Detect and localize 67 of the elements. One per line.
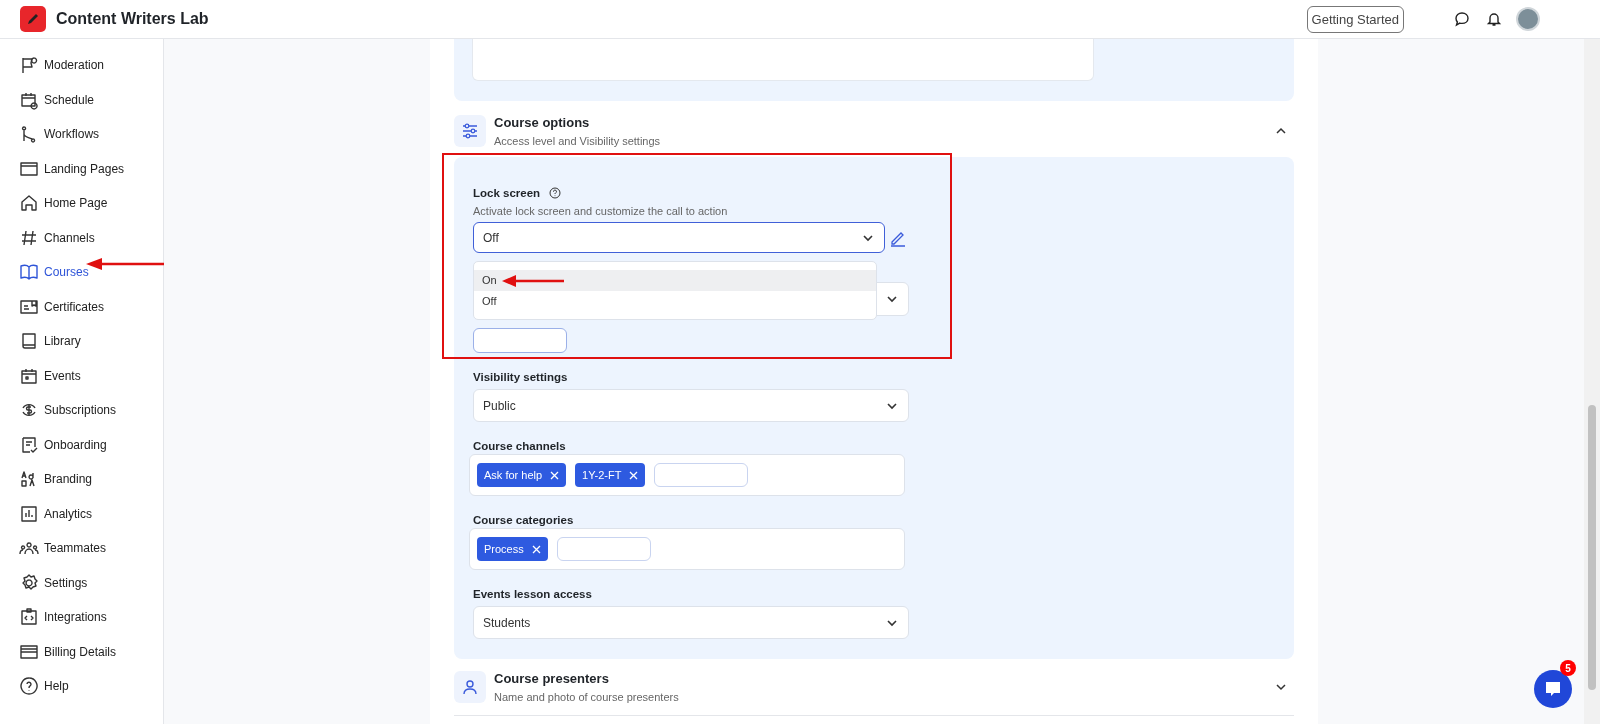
sidebar-item[interactable]: Integrations: [0, 600, 111, 635]
getting-started-button[interactable]: Getting Started: [1306, 5, 1404, 33]
section-subtitle: Name and photo of course presenters: [494, 691, 680, 703]
section-title: Course options: [494, 115, 591, 130]
field-label: Events lesson access: [473, 588, 593, 600]
help-icon[interactable]: [549, 187, 562, 199]
field-label: Lock screen: [473, 187, 541, 199]
tag-chip[interactable]: Process: [477, 537, 548, 561]
lock-screen-select[interactable]: Off: [473, 222, 885, 253]
field-label: Course channels: [473, 440, 567, 452]
field-label: Visibility settings: [473, 371, 569, 383]
dropdown-option[interactable]: Off: [474, 291, 876, 312]
section-title: Course presenters: [494, 671, 610, 686]
sliders-icon: [454, 115, 486, 147]
tag-input-field[interactable]: Process: [469, 528, 905, 570]
visibility-select[interactable]: Public: [473, 389, 909, 422]
home-icon: [19, 193, 39, 214]
sidebar-item[interactable]: Branding: [0, 462, 97, 497]
book-icon: [19, 262, 39, 283]
sidebar-item[interactable]: Teammates: [0, 531, 111, 566]
user-icon: [454, 671, 486, 703]
input-field[interactable]: [473, 328, 567, 353]
sidebar-item[interactable]: Billing Details: [0, 634, 121, 669]
help-icon: [19, 676, 39, 697]
scrollbar-thumb[interactable]: [1588, 405, 1596, 690]
sidebar-item[interactable]: Landing Pages: [0, 151, 129, 186]
field-label: Course categories: [473, 514, 575, 526]
sidebar-item[interactable]: Analytics: [0, 496, 97, 531]
events-access-select[interactable]: Students: [473, 606, 909, 639]
input-field[interactable]: [654, 463, 749, 487]
sidebar-item[interactable]: Certificates: [0, 289, 109, 324]
bell-icon[interactable]: [1486, 11, 1502, 27]
book-closed-icon: [19, 331, 39, 352]
sidebar-item[interactable]: Channels: [0, 220, 99, 255]
annotation-arrow: [502, 274, 566, 288]
chat-bubble-icon: [1543, 679, 1563, 699]
chat-button[interactable]: [1534, 670, 1572, 708]
tag-chip[interactable]: Ask for help: [477, 463, 567, 487]
dropdown-option[interactable]: On: [474, 270, 876, 291]
notification-badge: 5: [1560, 660, 1576, 676]
sidebar-item[interactable]: Settings: [0, 565, 92, 600]
app-title: Content Writers Lab: [56, 10, 209, 28]
chat-icon[interactable]: [1454, 11, 1470, 27]
sidebar-item[interactable]: Schedule: [0, 82, 99, 117]
sidebar-item[interactable]: Courses: [0, 255, 93, 290]
sidebar-item[interactable]: Library: [0, 324, 85, 359]
section-subtitle: Access level and Visibility settings: [494, 135, 662, 147]
sidebar-item[interactable]: Onboarding: [0, 427, 111, 462]
bar-chart-icon: [19, 503, 39, 524]
sidebar-item[interactable]: Workflows: [0, 117, 104, 152]
close-icon[interactable]: [531, 544, 541, 554]
tag-chip[interactable]: 1Y-2-FT: [575, 463, 646, 487]
input-field[interactable]: [556, 537, 651, 561]
sidebar-item[interactable]: Moderation: [0, 48, 109, 83]
tag-input-field[interactable]: Ask for help 1Y-2-FT: [469, 454, 905, 496]
sidebar-item[interactable]: Home Page: [0, 186, 112, 221]
flag-icon: [19, 55, 39, 76]
sidebar-item[interactable]: Subscriptions: [0, 393, 121, 428]
avatar[interactable]: [1516, 7, 1540, 31]
sidebar-item[interactable]: Help: [0, 669, 73, 704]
code-icon: [19, 607, 39, 628]
close-icon[interactable]: [629, 470, 639, 480]
checklist-icon: [19, 434, 39, 455]
logo-icon: [20, 6, 46, 32]
close-icon[interactable]: [550, 470, 560, 480]
field-description: Activate lock screen and customize the call to action: [473, 205, 729, 217]
sidebar-item[interactable]: Events: [0, 358, 85, 393]
